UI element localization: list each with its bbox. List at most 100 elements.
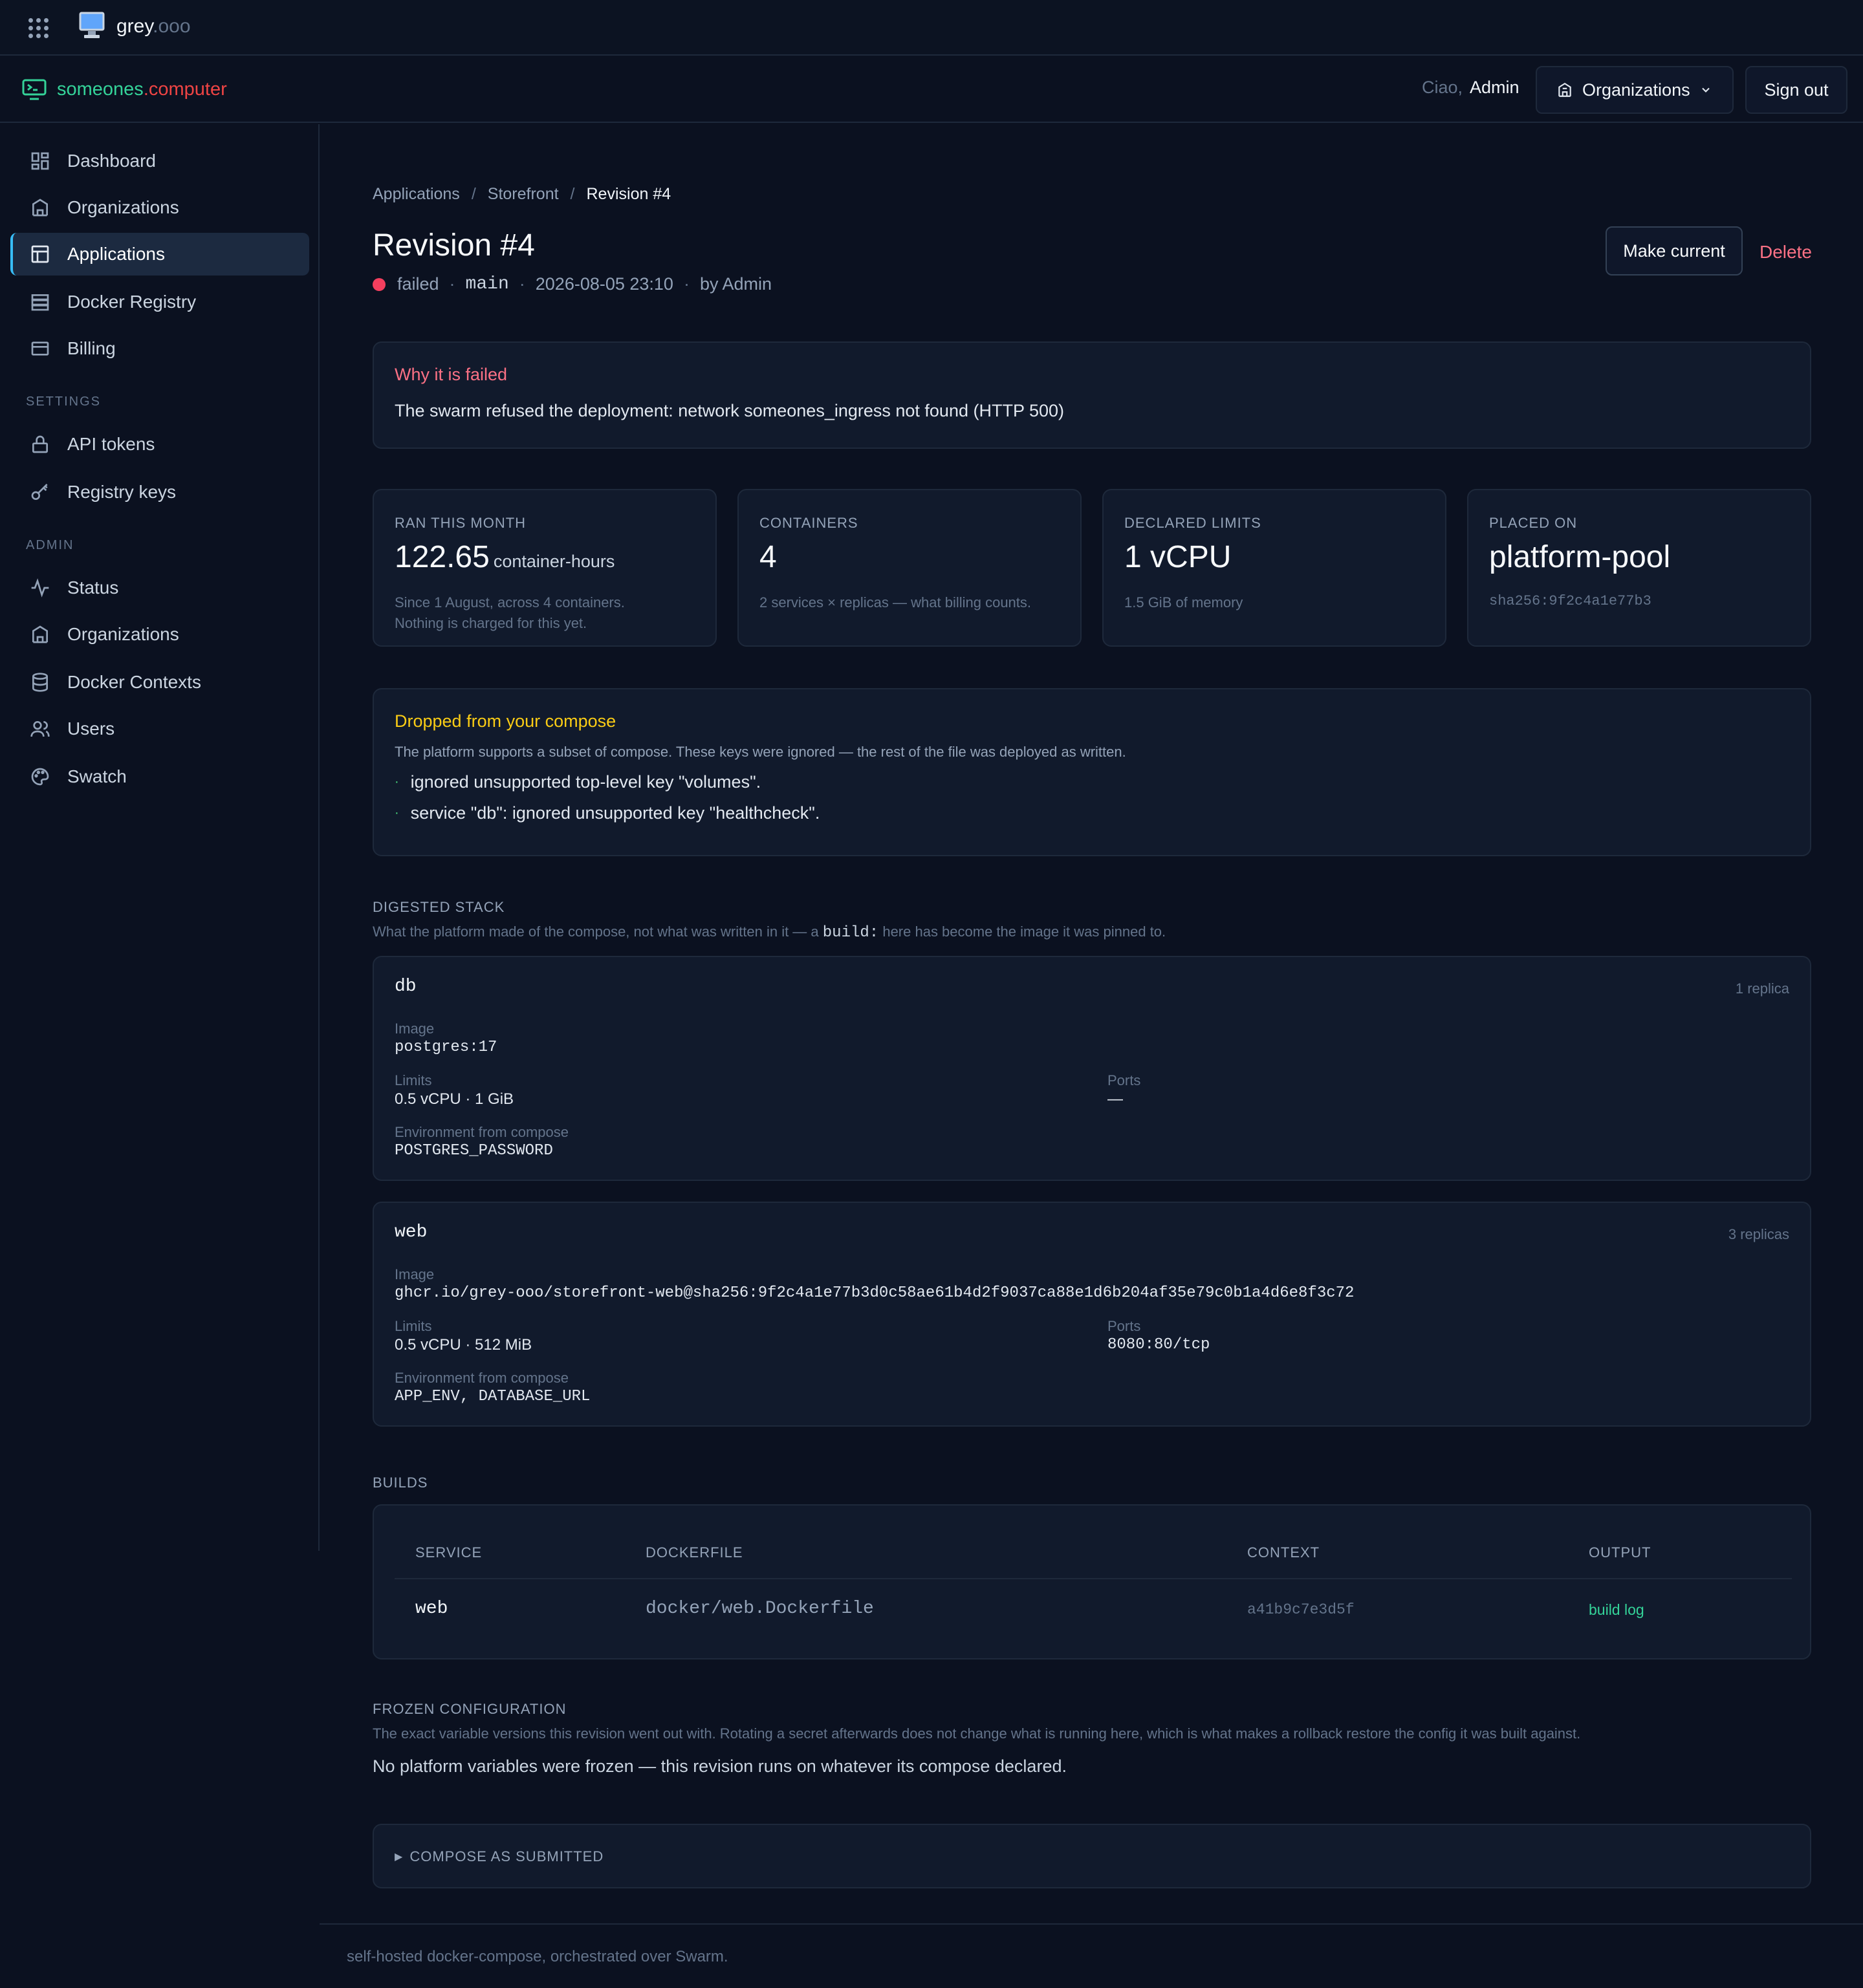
replica-count: 3 replicas bbox=[1728, 1226, 1789, 1242]
database-icon bbox=[32, 673, 48, 692]
sidebar-item-label: Docker Contexts bbox=[67, 672, 201, 692]
building-icon bbox=[32, 625, 48, 643]
list-item: · service "db": ignored unsupported key "… bbox=[395, 803, 820, 823]
status-text: failed bbox=[397, 274, 439, 294]
layout-icon bbox=[31, 245, 49, 263]
list-item-text: ignored unsupported top-level key "volum… bbox=[410, 772, 761, 792]
dashboard-icon bbox=[31, 152, 49, 170]
breadcrumb-separator: / bbox=[570, 185, 575, 203]
brand-part-a: someones bbox=[57, 79, 144, 100]
image-label: Image bbox=[395, 1021, 435, 1037]
sidebar-item-registry-keys[interactable]: Registry keys bbox=[10, 471, 309, 513]
column-header: CONTEXT bbox=[1247, 1544, 1320, 1561]
stat-subtext-line: Nothing is charged for this yet. bbox=[395, 615, 587, 631]
chevron-down-icon bbox=[1701, 87, 1710, 92]
stat-subtext: 1.5 GiB of memory bbox=[1124, 594, 1243, 610]
sidebar-item-label: Dashboard bbox=[67, 151, 156, 171]
service-name: web bbox=[395, 1222, 428, 1242]
footer-text: self-hosted docker-compose, orchestrated… bbox=[347, 1948, 728, 1965]
compose-toggle[interactable]: ▶ COMPOSE AS SUBMITTED bbox=[395, 1848, 604, 1865]
sidebar-item-label: Billing bbox=[67, 338, 116, 358]
sidebar: Dashboard Organizations Applications Doc… bbox=[0, 124, 320, 1551]
breadcrumb-applications[interactable]: Applications bbox=[373, 185, 460, 204]
limits-label: Limits bbox=[395, 1318, 432, 1334]
sidebar-item-swatch[interactable]: Swatch bbox=[10, 755, 309, 798]
ports-label: Ports bbox=[1107, 1318, 1141, 1334]
digested-stack-description: What the platform made of the compose, n… bbox=[373, 924, 1166, 942]
sidebar-item-label: Organizations bbox=[67, 624, 179, 644]
bullet-icon: · bbox=[395, 806, 399, 820]
stat-value: 122.65 container-hours bbox=[395, 539, 615, 575]
stat-value: 1 vCPU bbox=[1124, 540, 1232, 574]
image-label: Image bbox=[395, 1266, 435, 1282]
stat-card-containers: CONTAINERS 4 2 services × replicas — wha… bbox=[737, 489, 1082, 647]
stat-label: RAN THIS MONTH bbox=[395, 515, 527, 531]
stat-label: CONTAINERS bbox=[759, 515, 858, 531]
sidebar-item-applications[interactable]: Applications bbox=[10, 233, 309, 276]
organizations-dropdown-label: Organizations bbox=[1582, 80, 1690, 100]
revision-meta: failed · main · 2026-08-05 23:10 · by Ad… bbox=[373, 274, 772, 294]
palette-icon bbox=[31, 768, 49, 786]
breadcrumb-storefront[interactable]: Storefront bbox=[488, 185, 559, 204]
lock-icon bbox=[32, 435, 48, 453]
desc-text: here has become the image it was pinned … bbox=[882, 924, 1166, 940]
build-log-link[interactable]: build log bbox=[1589, 1601, 1644, 1619]
dropped-description: The platform supports a subset of compos… bbox=[395, 744, 1126, 760]
sidebar-item-billing[interactable]: Billing bbox=[10, 327, 309, 370]
service-name: db bbox=[395, 977, 417, 997]
limits-value: 0.5 vCPU · 1 GiB bbox=[395, 1090, 514, 1108]
stat-subtext-line: Since 1 August, across 4 containers. bbox=[395, 594, 625, 610]
compose-submitted-details[interactable]: ▶ COMPOSE AS SUBMITTED bbox=[373, 1824, 1811, 1888]
sign-out-button[interactable]: Sign out bbox=[1745, 66, 1847, 114]
top-app-bar: grey.ooo bbox=[0, 0, 1863, 56]
ports-value: 8080:80/tcp bbox=[1107, 1336, 1210, 1354]
someones-computer-logo[interactable]: someones.computer bbox=[57, 79, 227, 100]
stat-card-declared-limits: DECLARED LIMITS 1 vCPU 1.5 GiB of memory bbox=[1102, 489, 1446, 647]
limits-label: Limits bbox=[395, 1072, 432, 1088]
grey-brand[interactable]: grey.ooo bbox=[116, 16, 191, 38]
env-value: APP_ENV, DATABASE_URL bbox=[395, 1388, 591, 1405]
sidebar-item-label: Status bbox=[67, 578, 119, 598]
timestamp: 2026-08-05 23:10 bbox=[535, 274, 673, 294]
sidebar-section-admin: ADMIN bbox=[26, 538, 74, 552]
credit-card-icon bbox=[31, 341, 49, 356]
delete-button[interactable]: Delete bbox=[1760, 242, 1812, 263]
frozen-config-message: No platform variables were frozen — this… bbox=[373, 1756, 1067, 1776]
sidebar-item-docker-contexts[interactable]: Docker Contexts bbox=[10, 661, 309, 704]
sidebar-item-label: Registry keys bbox=[67, 482, 177, 502]
stat-value: 4 bbox=[759, 540, 777, 574]
building-icon bbox=[32, 199, 48, 217]
sidebar-item-admin-organizations[interactable]: Organizations bbox=[10, 613, 309, 656]
organizations-dropdown[interactable]: Organizations bbox=[1536, 66, 1734, 114]
sidebar-item-dashboard[interactable]: Dashboard bbox=[10, 140, 309, 182]
monitor-icon bbox=[79, 12, 105, 38]
column-header: SERVICE bbox=[415, 1544, 483, 1561]
failure-card: Why it is failed The swarm refused the d… bbox=[373, 341, 1811, 449]
replica-count: 1 replica bbox=[1735, 980, 1789, 997]
table-cell-dockerfile: docker/web.Dockerfile bbox=[646, 1599, 874, 1619]
activity-icon bbox=[31, 578, 49, 598]
dropped-title: Dropped from your compose bbox=[395, 711, 616, 731]
sidebar-item-label: Users bbox=[67, 718, 115, 739]
list-item-text: service "db": ignored unsupported key "h… bbox=[410, 803, 820, 823]
sidebar-item-status[interactable]: Status bbox=[10, 567, 309, 609]
frozen-config-description: The exact variable versions this revisio… bbox=[373, 1725, 1581, 1742]
sidebar-item-docker-registry[interactable]: Docker Registry bbox=[10, 281, 309, 323]
sidebar-item-users[interactable]: Users bbox=[10, 708, 309, 750]
table-divider bbox=[395, 1578, 1792, 1579]
digested-stack-label: DIGESTED STACK bbox=[373, 899, 505, 915]
image-value: postgres:17 bbox=[395, 1039, 497, 1056]
user-name: Admin bbox=[1470, 78, 1520, 97]
failure-message: The swarm refused the deployment: networ… bbox=[395, 401, 1065, 420]
stat-card-ran-this-month: RAN THIS MONTH 122.65 container-hours Sin… bbox=[373, 489, 717, 647]
frozen-config-label: FROZEN CONFIGURATION bbox=[373, 1701, 567, 1717]
stat-subtext: 2 services × replicas — what billing cou… bbox=[759, 594, 1032, 610]
sidebar-item-organizations[interactable]: Organizations bbox=[10, 186, 309, 229]
apps-grid-icon[interactable] bbox=[28, 18, 49, 39]
triangle-right-icon: ▶ bbox=[395, 1852, 404, 1863]
compose-toggle-label: COMPOSE AS SUBMITTED bbox=[409, 1848, 604, 1864]
ports-value: — bbox=[1107, 1090, 1123, 1108]
stat-subtext: Since 1 August, across 4 containers. Noth… bbox=[395, 592, 705, 634]
sidebar-item-api-tokens[interactable]: API tokens bbox=[10, 423, 309, 466]
make-current-button[interactable]: Make current bbox=[1606, 226, 1743, 276]
